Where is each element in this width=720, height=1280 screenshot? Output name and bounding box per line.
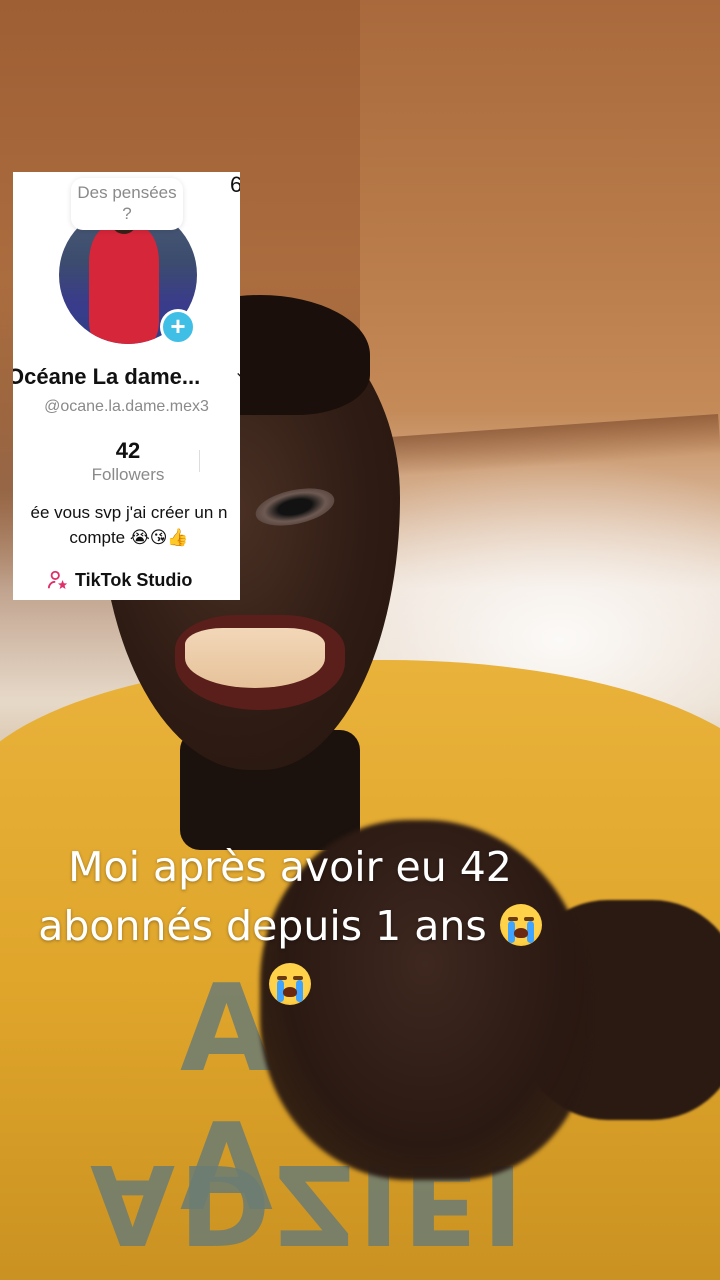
tiktok-studio-label: TikTok Studio bbox=[75, 569, 193, 590]
bio: ée vous svp j'ai créer un n compte 😭😘👍 bbox=[13, 500, 240, 550]
card-edge-glyph: 6 bbox=[230, 172, 240, 197]
plus-icon[interactable]: + bbox=[160, 309, 196, 345]
caption-line-2: abonnés depuis 1 ans bbox=[0, 897, 580, 956]
followers-label: Followers bbox=[91, 465, 165, 484]
loudly-crying-face-icon bbox=[499, 904, 542, 946]
username: @ocane.la.dame.mex3 bbox=[44, 398, 209, 415]
loudly-crying-face-icon bbox=[269, 963, 311, 1005]
caption-line-1: Moi après avoir eu 42 bbox=[68, 843, 512, 891]
thought-bubble[interactable]: Des pensées ? bbox=[71, 178, 183, 230]
tiktok-studio-button[interactable]: TikTok Studio bbox=[47, 568, 192, 592]
chevron-down-icon[interactable]: ⌄ bbox=[234, 362, 240, 382]
stats-divider bbox=[199, 450, 200, 472]
bio-line-2: compte 😭😘👍 bbox=[69, 528, 189, 547]
profile-screenshot-card: 6 Des pensées ? + Océane La dame... ⌄ @o… bbox=[13, 172, 240, 600]
followers-count[interactable]: 42 bbox=[13, 438, 240, 464]
video-screen[interactable]: A A ADZIEI 6 Des pensées ? + Océane La d… bbox=[0, 0, 720, 1280]
caption-line-3 bbox=[0, 956, 580, 1015]
caption-line-2-text: abonnés depuis 1 ans bbox=[38, 902, 487, 950]
avatar-dress bbox=[89, 226, 159, 344]
video-caption: Moi après avoir eu 42 abonnés depuis 1 a… bbox=[0, 838, 580, 1015]
person-star-icon bbox=[47, 570, 68, 589]
person-teeth bbox=[185, 628, 325, 688]
display-name: Océane La dame... bbox=[13, 364, 201, 389]
bio-line-1: ée vous svp j'ai créer un n bbox=[30, 503, 228, 522]
